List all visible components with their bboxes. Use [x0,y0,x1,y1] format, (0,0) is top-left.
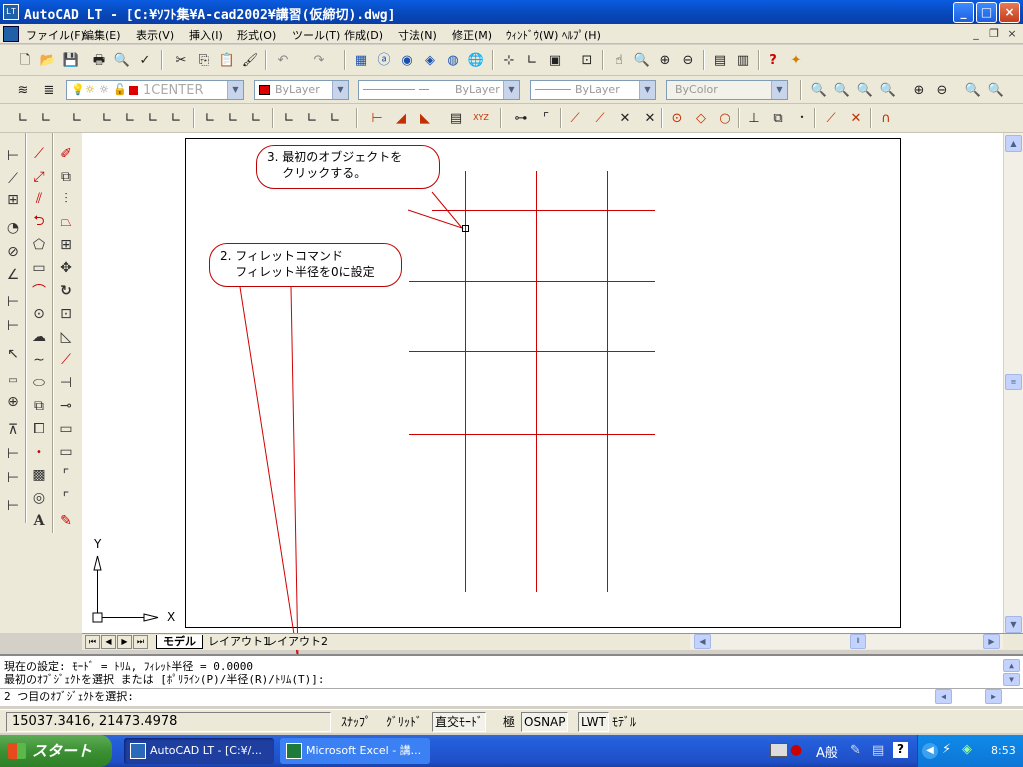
prev-tab-icon[interactable]: ◀ [101,635,116,649]
ime-icon[interactable]: ● [790,742,802,758]
callout-2-leader [239,286,299,661]
scroll-down-icon[interactable]: ▼ [1005,616,1022,633]
system-tray: ◀ ⚡ ◈ 8:53 [917,735,1023,767]
scroll-up-icon[interactable]: ▲ [1005,135,1022,152]
vertical-scrollbar[interactable]: ▲ ≡ ▼ [1003,133,1023,635]
polar-toggle[interactable]: 極 [500,712,518,732]
tray-network-icon[interactable]: ⚡ [942,742,951,757]
ime-mode[interactable]: A般 [816,742,838,761]
status-bar: 15037.3416, 21473.4978 ｽﾅｯﾌﾟ ｸﾞﾘｯﾄﾞ 直交ﾓｰ… [0,709,1023,733]
tray-security-icon[interactable]: ◈ [962,742,972,757]
command-history-line2: 最初のｵﾌﾞｼﾞｪｸﾄを選択 または [ﾎﾟﾘﾗｲﾝ(P)/半径(R)/ﾄﾘﾑ(… [4,673,325,686]
windows-flag-icon [8,743,26,759]
next-tab-icon[interactable]: ▶ [117,635,132,649]
start-button[interactable]: スタート [0,735,112,767]
tab-model[interactable]: モデル [156,635,203,649]
scroll-right-icon[interactable]: ▶ [983,634,1000,649]
autocad-task-icon [130,743,146,759]
cmd-scroll-left-icon[interactable]: ◀ [935,689,952,704]
command-window[interactable]: 現在の設定: ﾓｰﾄﾞ = ﾄﾘﾑ, ﾌｨﾚｯﾄ半径 = 0.0000 最初のｵ… [0,654,1023,706]
callout-step3: 3. 最初のオブジェクトを クリックする。 [256,145,440,189]
lwt-toggle[interactable]: LWT [578,712,609,732]
task-excel-label: Microsoft Excel - 講... [306,744,422,757]
first-tab-icon[interactable]: ⏮ [85,635,100,649]
hscroll-thumb[interactable]: ⦀ [850,634,866,649]
horizontal-scrollbar[interactable]: ◀ ⦀ ▶ [690,634,1003,649]
cmd-scroll-down-icon[interactable]: ▼ [1003,673,1020,686]
snap-toggle[interactable]: ｽﾅｯﾌﾟ [338,712,374,732]
scroll-left-icon[interactable]: ◀ [694,634,711,649]
cmd-scroll-right-icon[interactable]: ▶ [985,689,1002,704]
tab-layout2[interactable]: レイアウト2 [260,635,334,649]
callout-step2: 2. フィレットコマンド フィレット半径を0に設定 [209,243,402,287]
scroll-thumb[interactable]: ≡ [1005,374,1022,390]
ime-tool-icon[interactable]: ✎ [850,743,861,758]
tray-expand-icon[interactable]: ◀ [922,743,938,759]
model-toggle[interactable]: ﾓﾃﾞﾙ [609,712,639,732]
cmd-scroll-up-icon[interactable]: ▲ [1003,659,1020,672]
ime-dictionary-icon[interactable]: ▤ [872,743,884,758]
excel-task-icon [286,743,302,759]
coordinate-display[interactable]: 15037.3416, 21473.4978 [6,712,331,732]
ortho-toggle[interactable]: 直交ﾓｰﾄﾞ [432,712,487,732]
keyboard-icon[interactable] [770,743,788,757]
ucs-y-label: Y [94,537,102,551]
command-history-line1: 現在の設定: ﾓｰﾄﾞ = ﾄﾘﾑ, ﾌｨﾚｯﾄ半径 = 0.0000 [4,660,253,673]
ucs-x-label: X [167,610,176,624]
ucs-icon [92,555,159,623]
drawing-geometry [92,171,655,661]
taskbar: スタート AutoCAD LT - [C:¥/... Microsoft Exc… [0,735,1023,767]
last-tab-icon[interactable]: ⏭ [133,635,148,649]
start-label: スタート [32,742,93,760]
ime-help-icon[interactable]: ? [893,742,908,758]
tray-clock[interactable]: 8:53 [991,744,1016,757]
task-autocad[interactable]: AutoCAD LT - [C:¥/... [124,738,274,764]
task-autocad-label: AutoCAD LT - [C:¥/... [150,744,262,757]
grid-toggle[interactable]: ｸﾞﾘｯﾄﾞ [383,712,425,732]
osnap-toggle[interactable]: OSNAP [521,712,569,732]
task-excel[interactable]: Microsoft Excel - 講... [280,738,430,764]
command-prompt[interactable]: 2 つ目のｵﾌﾞｼﾞｪｸﾄを選択: [4,690,134,703]
